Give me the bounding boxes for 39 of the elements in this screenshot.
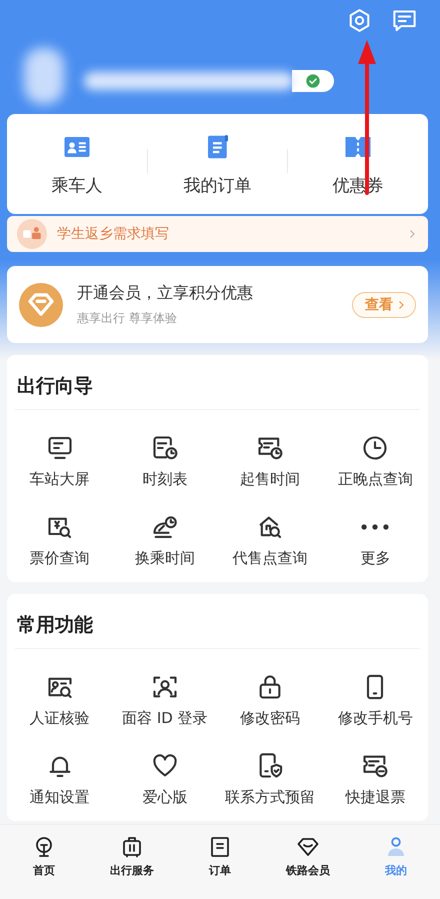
nav-tab[interactable]: 首页 [0,835,88,878]
function-item[interactable]: 联系方式预留 [218,752,323,807]
function-item[interactable]: 爱心版 [112,752,218,807]
function-item[interactable]: 时刻表 [112,434,218,489]
diamond-badge-icon [19,282,63,326]
section-title: 常用功能 [16,613,94,638]
quick-link[interactable]: 我的订单 [148,132,288,196]
banner-text: 学生返乡需求填写 [57,225,170,243]
monitor-icon [46,434,74,462]
membership-subtitle: 惠享出行 尊享体验 [77,310,178,326]
function-item[interactable]: 起售时间 [218,434,323,489]
function-item[interactable]: 修改手机号 [322,673,428,728]
students-icon [17,219,47,249]
function-item[interactable]: 通知设置 [7,752,112,807]
function-item[interactable]: 更多 [322,513,428,568]
function-item[interactable]: 换乘时间 [112,513,218,568]
schedule-clock-icon [150,434,179,462]
more-dots-icon [361,524,390,530]
function-item[interactable]: 面容 ID 登录 [112,673,218,728]
quick-link[interactable]: 乘车人 [7,132,147,196]
function-item[interactable]: 代售点查询 [218,513,323,568]
avatar-blur [24,48,64,104]
nav-tab[interactable]: 铁路会员 [264,835,352,878]
suitcase-icon [120,835,144,859]
section-title: 出行向导 [16,374,94,399]
document-icon [208,835,232,859]
membership-title: 开通会员，立享积分优惠 [77,282,254,304]
function-item[interactable]: 正晚点查询 [322,434,428,489]
function-item[interactable]: 人证核验 [7,673,112,728]
quick-link[interactable]: 优惠券 [288,132,428,196]
nav-tab[interactable]: 出行服务 [88,835,176,878]
clock-icon [361,434,390,462]
function-item[interactable]: 快捷退票 [322,752,428,807]
diamond-icon [296,835,320,859]
function-item[interactable]: 车站大屏 [7,434,112,489]
function-item[interactable]: 票价查询 [7,513,112,568]
function-item[interactable]: 修改密码 [218,673,323,728]
nav-tab[interactable]: 订单 [176,835,264,878]
check-icon [305,73,321,89]
